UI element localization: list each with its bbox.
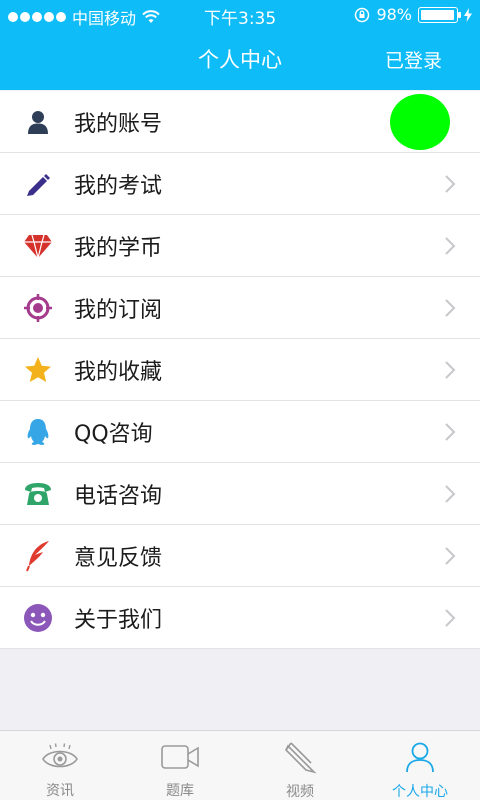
menu-item-account[interactable]: 我的账号 xyxy=(0,91,480,153)
menu-item-label: 关于我们 xyxy=(74,607,163,633)
menu-item-phone[interactable]: 电话咨询 xyxy=(0,463,480,525)
wifi-icon xyxy=(142,10,160,23)
avatar[interactable] xyxy=(390,93,450,150)
tab-label: 资讯 xyxy=(46,783,74,799)
star-icon xyxy=(22,354,54,386)
menu-item-label: 我的考试 xyxy=(74,173,163,199)
rotation-lock-icon xyxy=(355,7,370,22)
menu-item-exam[interactable]: 我的考试 xyxy=(0,153,480,215)
phone-icon xyxy=(22,478,54,510)
chevron-right-icon xyxy=(445,236,456,255)
pencil-tab-icon xyxy=(282,741,318,774)
tab-news[interactable]: 资讯 xyxy=(0,731,120,800)
menu-item-coins[interactable]: 我的学币 xyxy=(0,215,480,277)
battery-percent: 98% xyxy=(376,5,412,24)
chevron-right-icon xyxy=(445,174,456,193)
tab-video[interactable]: 视频 xyxy=(240,731,360,800)
camera-icon xyxy=(160,741,200,772)
menu-item-label: 意见反馈 xyxy=(74,545,163,571)
menu-item-about[interactable]: 关于我们 xyxy=(0,587,480,649)
chevron-right-icon xyxy=(445,422,456,441)
status-right: 98% xyxy=(354,5,472,24)
target-icon xyxy=(22,292,54,324)
header: 中国移动 下午3:35 98% 个人中心 已登录 xyxy=(0,0,480,90)
login-status-button[interactable]: 已登录 xyxy=(385,46,442,73)
status-left: 中国移动 xyxy=(8,5,160,29)
qq-icon xyxy=(22,416,54,448)
chevron-right-icon xyxy=(445,298,456,317)
menu-item-label: 我的收藏 xyxy=(74,359,163,385)
eye-icon xyxy=(41,741,79,772)
menu-item-feedback[interactable]: 意见反馈 xyxy=(0,525,480,587)
tab-question-bank[interactable]: 题库 xyxy=(120,731,240,800)
menu-item-qq[interactable]: QQ咨询 xyxy=(0,401,480,463)
menu-item-label: 我的学币 xyxy=(74,235,163,261)
tab-label: 视频 xyxy=(286,784,314,800)
menu-list: 我的账号 我的考试 我的学币 我的订阅 我的收藏 QQ咨询 电话咨询 意见反馈 … xyxy=(0,91,480,649)
user-icon xyxy=(22,106,54,138)
tab-bar: 资讯 题库 视频 个人中心 xyxy=(0,730,480,800)
menu-item-label: 我的订阅 xyxy=(74,297,163,323)
tab-profile[interactable]: 个人中心 xyxy=(360,731,480,800)
smile-icon xyxy=(22,602,54,634)
tab-label: 个人中心 xyxy=(392,784,448,800)
feather-icon xyxy=(22,540,54,572)
chevron-right-icon xyxy=(445,360,456,379)
menu-item-favorites[interactable]: 我的收藏 xyxy=(0,339,480,401)
status-time: 下午3:35 xyxy=(204,9,277,29)
tab-label: 题库 xyxy=(166,783,194,799)
menu-item-label: QQ咨询 xyxy=(74,421,153,447)
chevron-right-icon xyxy=(445,608,456,627)
status-bar: 中国移动 下午3:35 98% xyxy=(0,0,480,32)
pencil-icon xyxy=(22,168,54,200)
menu-item-label: 我的账号 xyxy=(74,111,163,137)
person-icon xyxy=(405,741,435,773)
charging-bolt-icon xyxy=(464,7,472,22)
diamond-icon xyxy=(22,230,54,262)
chevron-right-icon xyxy=(445,484,456,503)
menu-item-label: 电话咨询 xyxy=(74,483,163,509)
menu-item-subscriptions[interactable]: 我的订阅 xyxy=(0,277,480,339)
signal-dots-icon xyxy=(8,12,66,22)
chevron-right-icon xyxy=(445,546,456,565)
carrier-label: 中国移动 xyxy=(72,9,137,28)
battery-icon xyxy=(418,6,461,23)
